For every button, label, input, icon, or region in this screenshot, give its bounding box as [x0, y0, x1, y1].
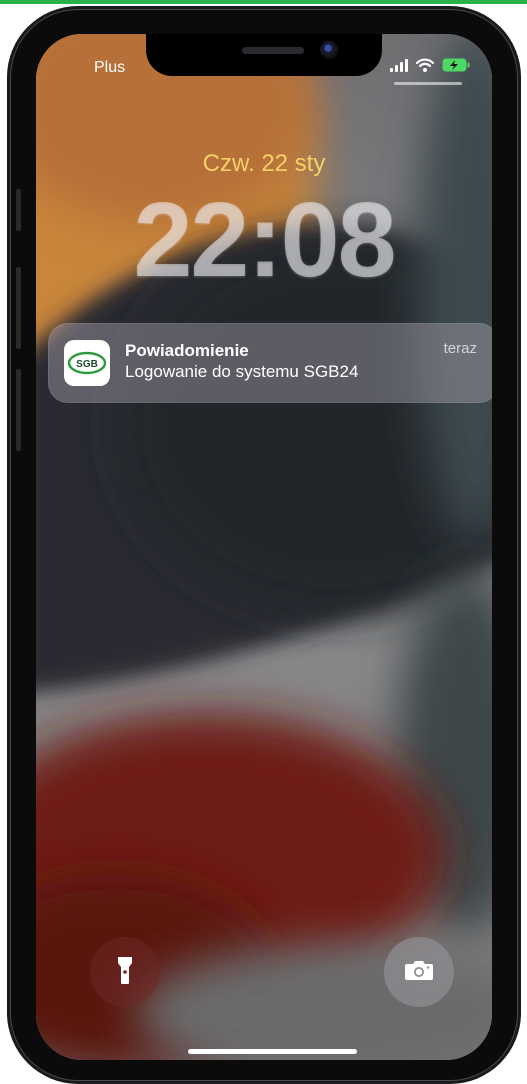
signal-icon — [390, 58, 408, 77]
camera-button[interactable] — [384, 937, 454, 1007]
sgb-icon-text: SGB — [76, 359, 98, 370]
notification-card[interactable]: SGB Powiadomienie Logowanie do systemu S… — [48, 323, 492, 403]
wifi-icon — [415, 58, 435, 77]
volume-down-button — [16, 369, 21, 451]
lock-screen-date: Czw. 22 sty — [202, 150, 326, 177]
notification-title: Powiadomienie — [125, 341, 249, 360]
earpiece-speaker — [242, 47, 304, 54]
notification-body: Logowanie do systemu SGB24 — [125, 362, 359, 381]
notch — [146, 34, 382, 76]
status-icons — [390, 58, 470, 77]
carrier-name: Plus — [94, 59, 126, 76]
flashlight-icon — [117, 955, 133, 990]
volume-up-button — [16, 267, 21, 349]
home-indicator[interactable] — [188, 1049, 357, 1054]
control-center-indicator[interactable] — [394, 82, 462, 85]
camera-icon — [404, 958, 434, 987]
mute-switch — [16, 189, 21, 231]
top-accent-strip — [0, 0, 527, 4]
lock-screen: Plus Czw. 22 sty 22:08 SGB Powiadomienie… — [36, 34, 492, 1060]
front-camera — [320, 41, 338, 59]
battery-charging-icon — [442, 58, 470, 77]
flashlight-button[interactable] — [90, 937, 160, 1007]
notification-time: teraz — [443, 340, 477, 357]
sgb-app-icon: SGB — [64, 340, 110, 386]
lock-screen-time: 22:08 — [133, 181, 396, 299]
